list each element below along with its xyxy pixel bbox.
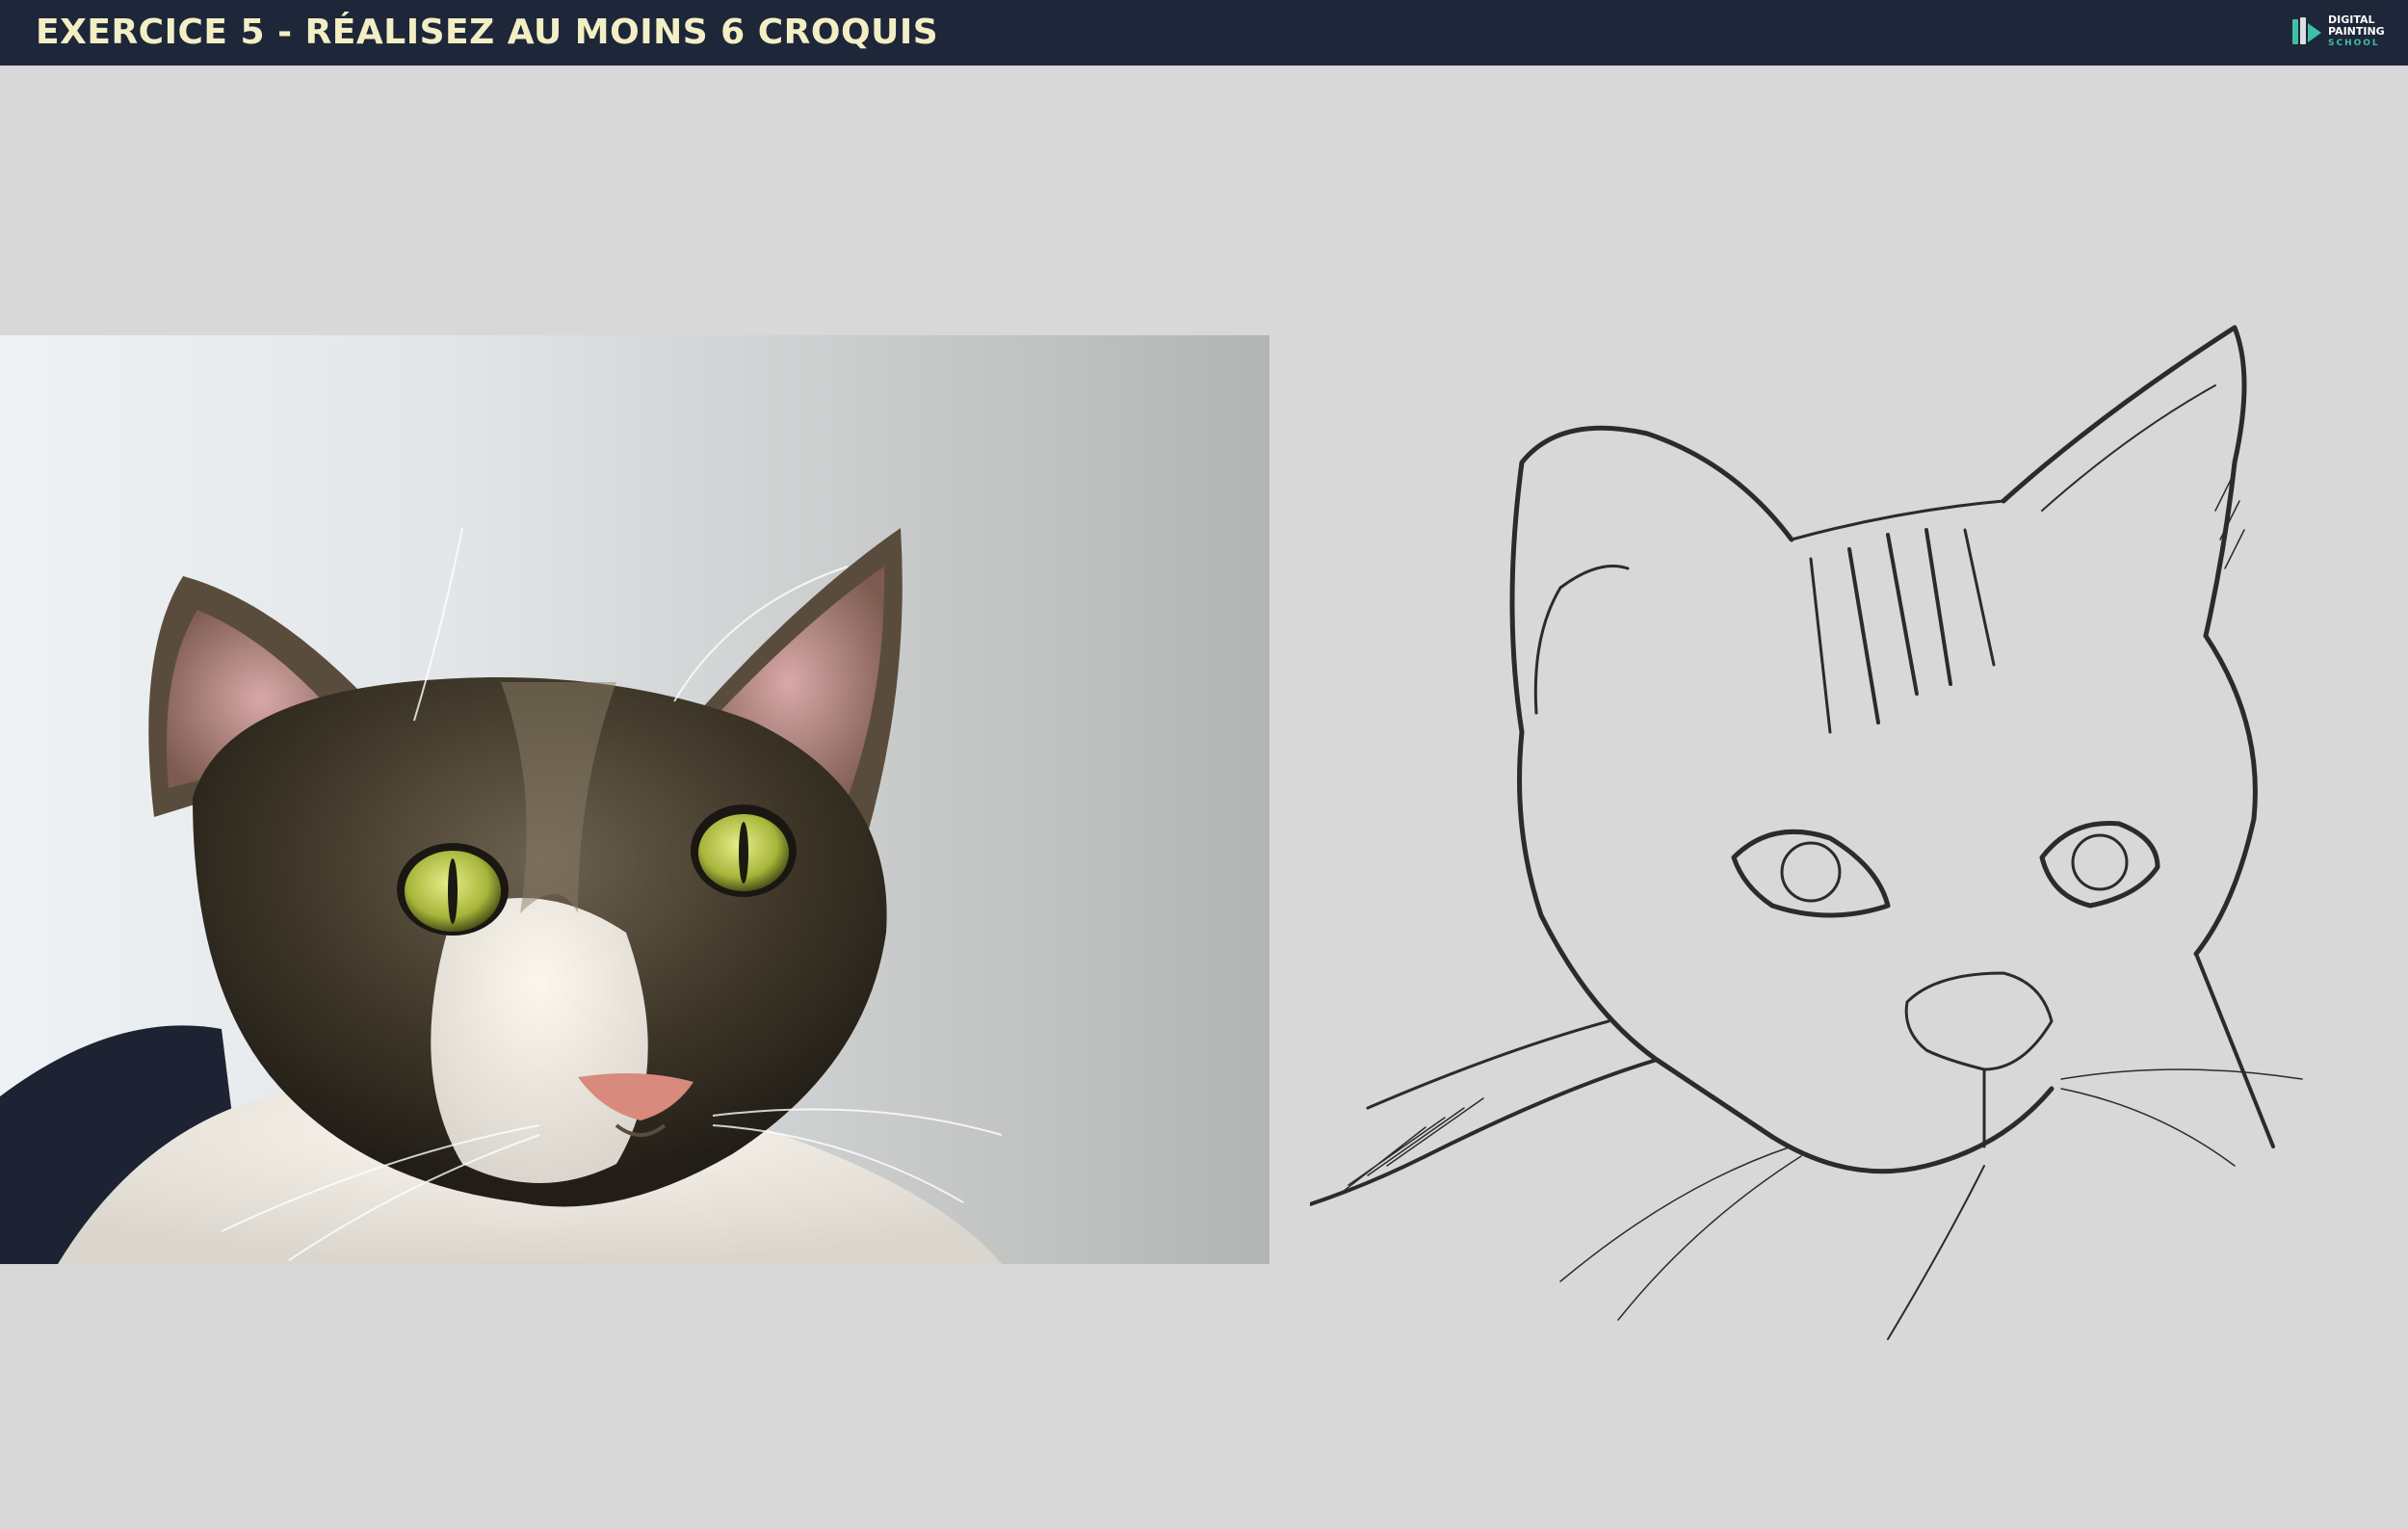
- cat-photo-image: [0, 335, 1269, 1264]
- logo-line-painting: PAINTING: [2328, 25, 2385, 38]
- brush-pencil-icon: [2292, 17, 2321, 44]
- page-title: EXERCICE 5 - RÉALISEZ AU MOINS 6 CROQUIS: [36, 13, 939, 52]
- sketch-drawing: [1308, 325, 2303, 1340]
- logo-line-school: SCHOOL: [2328, 39, 2380, 48]
- header-bar: EXERCICE 5 - RÉALISEZ AU MOINS 6 CROQUIS…: [0, 0, 2408, 66]
- cat-line-sketch: [1308, 318, 2350, 1378]
- school-logo: DIGITAL PAINTING SCHOOL: [2290, 12, 2391, 54]
- reference-photo: [0, 335, 1269, 1264]
